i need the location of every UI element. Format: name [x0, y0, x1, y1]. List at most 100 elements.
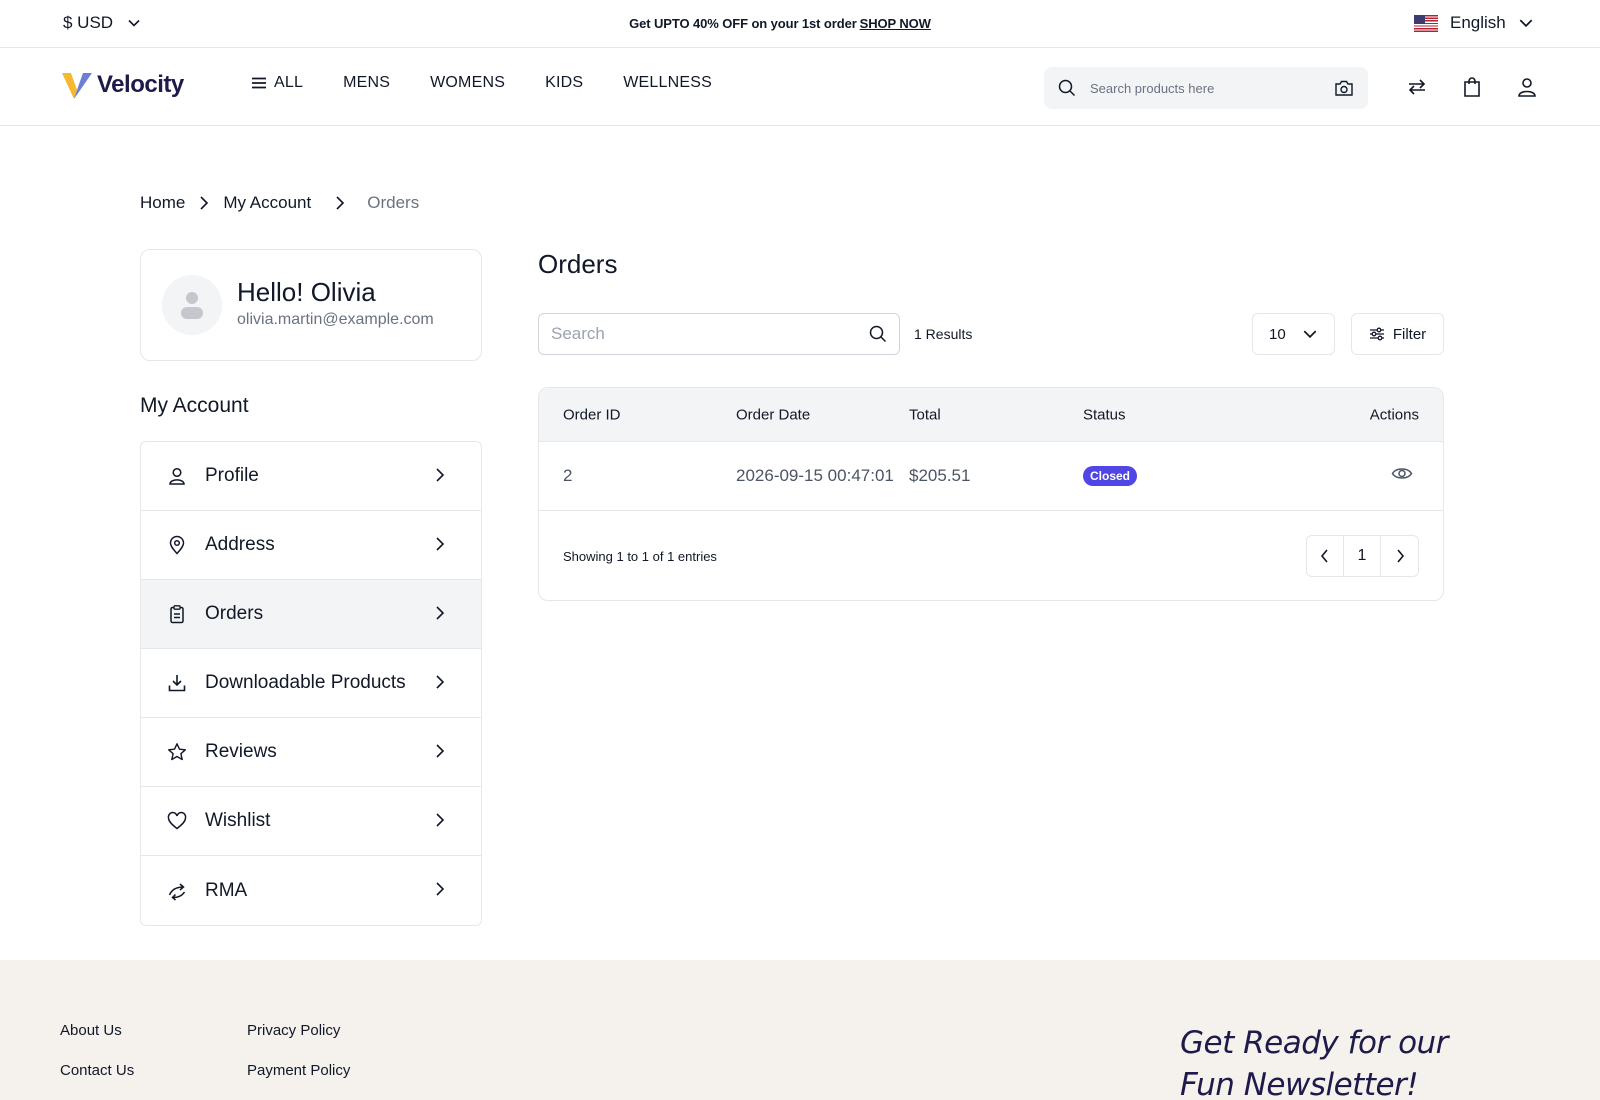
breadcrumb: Home My Account Orders — [140, 193, 419, 213]
shop-now-link[interactable]: SHOP NOW — [860, 16, 931, 31]
column-header-actions: Actions — [1369, 406, 1419, 423]
account-section-title: My Account — [140, 394, 249, 417]
nav-label: MENS — [343, 74, 391, 91]
newsletter-line-2: Fun Newsletter! — [1180, 1067, 1419, 1100]
menu-item-orders[interactable]: Orders — [141, 580, 481, 649]
menu-item-profile[interactable]: Profile — [141, 442, 481, 511]
entries-summary: Showing 1 to 1 of 1 entries — [563, 549, 717, 564]
chevron-right-icon — [436, 468, 445, 482]
menu-label: Profile — [205, 465, 259, 486]
compare-arrows-icon[interactable] — [1406, 76, 1428, 98]
prev-page-button[interactable] — [1307, 536, 1344, 576]
language-selector[interactable]: English — [1414, 13, 1534, 33]
menu-label: Reviews — [205, 741, 277, 762]
avatar — [162, 275, 222, 335]
main-header: Velocity ALL MENS WOMENS KIDS WELLNESS S… — [0, 48, 1600, 126]
location-pin-icon — [167, 535, 187, 555]
search-icon — [1058, 79, 1076, 97]
orders-search-input[interactable]: Search — [538, 313, 900, 355]
chevron-right-icon — [436, 813, 445, 827]
order-id-cell: 2 — [563, 466, 573, 485]
return-arrows-icon — [167, 881, 187, 901]
table-footer: Showing 1 to 1 of 1 entries 1 — [539, 511, 1443, 600]
nav-item-mens[interactable]: MENS — [343, 74, 390, 92]
velocity-logo-icon — [62, 73, 92, 99]
breadcrumb-my-account[interactable]: My Account — [223, 193, 311, 213]
menu-item-wishlist[interactable]: Wishlist — [141, 787, 481, 856]
breadcrumb-home[interactable]: Home — [140, 193, 185, 213]
column-header-total[interactable]: Total — [909, 406, 941, 423]
results-count: 1 Results — [914, 326, 973, 342]
orders-table: Order ID Order Date Total Status Actions… — [538, 387, 1444, 601]
shopping-bag-icon[interactable] — [1461, 76, 1483, 98]
column-header-order-id[interactable]: Order ID — [563, 406, 621, 423]
breadcrumb-current: Orders — [367, 193, 420, 212]
chevron-right-icon — [436, 606, 445, 620]
camera-icon[interactable] — [1334, 79, 1354, 97]
top-bar: $ USD Get UPTO 40% OFF on your 1st order… — [0, 0, 1600, 48]
page-number-button[interactable]: 1 — [1344, 536, 1381, 576]
per-page-select[interactable]: 10 — [1252, 313, 1335, 355]
download-icon — [167, 673, 187, 693]
nav-label: ALL — [274, 74, 304, 91]
chevron-right-icon — [436, 537, 445, 551]
chevron-down-icon — [1303, 330, 1317, 339]
chevron-right-icon — [436, 675, 445, 689]
main-nav: ALL MENS WOMENS KIDS WELLNESS — [252, 74, 712, 92]
column-header-status[interactable]: Status — [1083, 406, 1126, 423]
user-email: olivia.martin@example.com — [237, 311, 434, 328]
nav-label: WELLNESS — [623, 74, 712, 91]
chevron-right-icon — [436, 882, 445, 896]
nav-item-wellness[interactable]: WELLNESS — [623, 74, 712, 92]
filter-button[interactable]: Filter — [1351, 313, 1444, 355]
promo-banner: Get UPTO 40% OFF on your 1st order SHOP N… — [0, 16, 1560, 31]
nav-label: KIDS — [545, 74, 584, 91]
footer: About Us Contact Us Privacy Policy Payme… — [0, 960, 1600, 1100]
footer-link-payment-policy[interactable]: Payment Policy — [247, 1062, 350, 1079]
newsletter-line-1: Get Ready for our — [1180, 1025, 1448, 1061]
order-total-cell: $205.51 — [909, 466, 971, 485]
product-search-input[interactable]: Search products here — [1044, 67, 1368, 109]
view-order-button[interactable] — [1391, 466, 1413, 487]
column-header-order-date[interactable]: Order Date — [736, 406, 810, 423]
menu-label: Wishlist — [205, 810, 271, 831]
footer-link-privacy-policy[interactable]: Privacy Policy — [247, 1022, 340, 1039]
next-page-button[interactable] — [1381, 536, 1418, 576]
per-page-value: 10 — [1269, 325, 1286, 343]
eye-icon — [1391, 468, 1413, 479]
order-date-cell: 2026-09-15 00:47:01 — [736, 466, 894, 485]
menu-label: RMA — [205, 879, 248, 901]
menu-label: Orders — [205, 603, 264, 624]
us-flag-icon — [1414, 14, 1438, 32]
menu-item-downloadable-products[interactable]: Downloadable Products — [141, 649, 481, 718]
chevron-right-icon — [1396, 549, 1404, 563]
user-account-icon[interactable] — [1516, 76, 1538, 98]
chevron-left-icon — [1320, 549, 1328, 563]
menu-item-rma[interactable]: RMA — [141, 856, 481, 925]
nav-item-all[interactable]: ALL — [252, 74, 303, 92]
filter-label: Filter — [1392, 325, 1427, 343]
star-icon — [167, 742, 187, 762]
logo[interactable]: Velocity — [61, 70, 184, 100]
status-badge: Closed — [1083, 466, 1138, 486]
search-icon — [869, 325, 887, 343]
user-placeholder-icon — [181, 292, 203, 319]
heart-icon — [167, 811, 187, 831]
footer-link-contact-us[interactable]: Contact Us — [60, 1062, 134, 1079]
chevron-down-icon — [1519, 19, 1533, 28]
promo-text: Get UPTO 40% OFF on your 1st order — [629, 16, 857, 31]
menu-item-reviews[interactable]: Reviews — [141, 718, 481, 787]
sliders-icon — [1369, 327, 1384, 341]
nav-label: WOMENS — [430, 74, 506, 91]
newsletter-heading: Get Ready for our Fun Newsletter! — [1180, 1022, 1448, 1100]
table-header: Order ID Order Date Total Status Actions — [539, 388, 1443, 442]
menu-item-address[interactable]: Address — [141, 511, 481, 580]
footer-link-about-us[interactable]: About Us — [60, 1022, 122, 1039]
chevron-right-icon — [336, 196, 345, 210]
search-placeholder: Search — [551, 324, 605, 343]
account-menu: Profile Address Orders Downloadable Prod… — [140, 441, 482, 926]
greeting: Hello! Olivia — [237, 277, 376, 307]
nav-item-womens[interactable]: WOMENS — [430, 74, 505, 92]
nav-item-kids[interactable]: KIDS — [545, 74, 583, 92]
clipboard-icon — [167, 604, 187, 624]
